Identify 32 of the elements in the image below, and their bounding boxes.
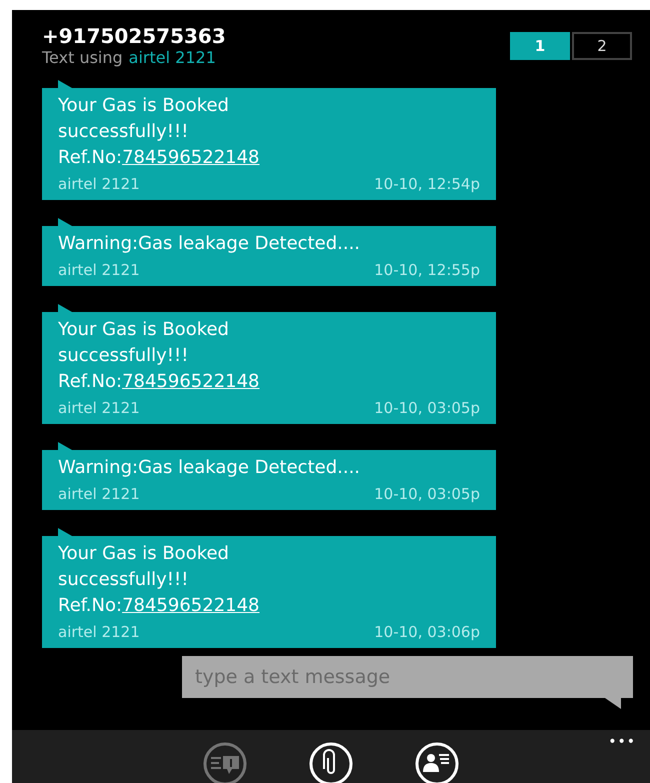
sim-tab[interactable]: 1 xyxy=(510,32,570,60)
reference-number-link[interactable]: 784596522148 xyxy=(122,369,260,395)
reference-label: Ref.No: xyxy=(58,370,122,394)
sender-name: airtel 2121 xyxy=(58,622,140,642)
message-text: successfully!!! xyxy=(58,120,190,144)
reference-number-link[interactable]: 784596522148 xyxy=(122,145,260,171)
sender-name: airtel 2121 xyxy=(58,174,140,194)
reference-number-link[interactable]: 784596522148 xyxy=(122,593,260,619)
sim-tab[interactable]: 2 xyxy=(572,32,632,60)
compose-tail-shape xyxy=(605,698,621,709)
message-time: 10-10, 03:06p xyxy=(374,622,480,642)
message-text: Warning:Gas leakage Detected.... xyxy=(58,456,362,480)
sender-name: airtel 2121 xyxy=(58,260,140,280)
message-time: 10-10, 03:05p xyxy=(374,398,480,418)
sender-name: airtel 2121 xyxy=(58,484,140,504)
reference-label: Ref.No: xyxy=(58,146,122,170)
message-text: successfully!!! xyxy=(58,568,190,592)
sender-name: airtel 2121 xyxy=(58,398,140,418)
message-time: 10-10, 12:54p xyxy=(374,174,480,194)
message-time: 10-10, 03:05p xyxy=(374,484,480,504)
contact-number: +917502575363 xyxy=(42,24,226,48)
more-options-button[interactable]: ••• xyxy=(608,734,636,750)
message-text: Warning:Gas leakage Detected.... xyxy=(58,232,362,256)
message-input-field[interactable]: type a text message xyxy=(182,656,633,698)
carrier-name[interactable]: airtel 2121 xyxy=(128,48,216,68)
message-text: Your Gas is Booked xyxy=(58,94,230,118)
message-text: Your Gas is Booked xyxy=(58,318,230,342)
reference-label: Ref.No: xyxy=(58,594,122,618)
message-text: successfully!!! xyxy=(58,344,190,368)
message-text: Your Gas is Booked xyxy=(58,542,230,566)
subtitle-text: Text using xyxy=(42,48,123,68)
message-time: 10-10, 12:55p xyxy=(374,260,480,280)
